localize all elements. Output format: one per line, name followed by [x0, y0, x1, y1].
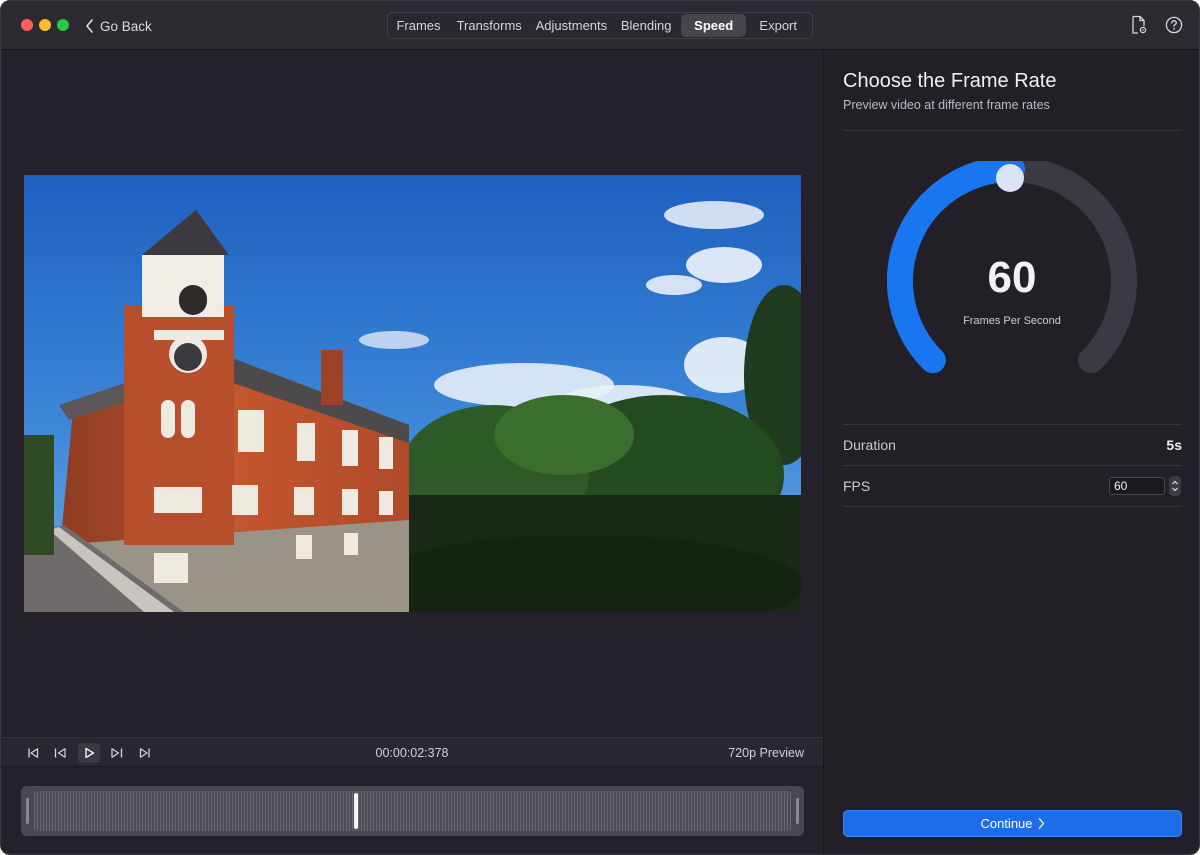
- timeline-scrubber[interactable]: [21, 786, 804, 836]
- title-bar: Go Back Frames Transforms Adjustments Bl…: [1, 1, 1199, 50]
- tab-export-label: Export: [759, 18, 797, 33]
- frame-rate-panel: Choose the Frame Rate Preview video at d…: [824, 51, 1199, 854]
- fps-dial-value: 60: [987, 253, 1037, 302]
- tab-frames[interactable]: Frames: [390, 14, 447, 37]
- continue-label: Continue: [980, 816, 1033, 831]
- panel-title: Choose the Frame Rate: [843, 70, 1057, 92]
- timeline-area: [1, 768, 823, 854]
- tab-adjustments[interactable]: Adjustments: [531, 14, 611, 37]
- panel-subtitle: Preview video at different frame rates: [843, 98, 1050, 112]
- skip-to-start-icon[interactable]: [22, 743, 44, 763]
- fps-stepper[interactable]: [1169, 476, 1181, 496]
- close-window-button[interactable]: [21, 19, 33, 31]
- playback-controls: 00:00:02:378 720p Preview: [1, 737, 823, 767]
- tab-speed-label: Speed: [694, 18, 734, 33]
- skip-to-end-icon[interactable]: [134, 743, 156, 763]
- fps-label: FPS: [843, 478, 871, 494]
- tab-blending[interactable]: Blending: [611, 14, 681, 37]
- tab-transforms[interactable]: Transforms: [447, 14, 531, 37]
- chevron-left-icon: [86, 19, 93, 33]
- preview-quality-label: 720p Preview: [728, 746, 804, 760]
- help-icon[interactable]: [1164, 15, 1184, 35]
- tab-blending-label: Blending: [620, 18, 672, 33]
- chevron-right-icon: [1038, 818, 1044, 829]
- playhead[interactable]: [354, 793, 358, 829]
- go-back-label: Go Back: [100, 18, 152, 34]
- play-button[interactable]: [78, 743, 100, 763]
- tab-frames-label: Frames: [396, 18, 441, 33]
- fps-input[interactable]: [1109, 477, 1165, 495]
- dial-knob: [996, 164, 1024, 192]
- next-frame-icon[interactable]: [106, 743, 128, 763]
- file-gear-icon[interactable]: [1129, 15, 1149, 35]
- divider: [843, 506, 1182, 507]
- maximize-window-button[interactable]: [57, 19, 69, 31]
- stepper-arrows-icon: [1172, 480, 1178, 492]
- timeline-frames-strip: [34, 791, 791, 831]
- fps-dial-label: Frames Per Second: [963, 315, 1061, 327]
- app-window: Go Back Frames Transforms Adjustments Bl…: [0, 0, 1200, 855]
- tab-adjustments-label: Adjustments: [535, 18, 608, 33]
- play-icon: [85, 747, 95, 759]
- editor-tabs: Frames Transforms Adjustments Blending S…: [387, 12, 813, 39]
- tab-transforms-label: Transforms: [456, 18, 522, 33]
- previous-frame-icon[interactable]: [49, 743, 71, 763]
- duration-label: Duration: [843, 437, 896, 453]
- divider: [843, 465, 1182, 466]
- trim-end-handle[interactable]: [796, 798, 799, 824]
- trim-start-handle[interactable]: [26, 798, 29, 824]
- minimize-window-button[interactable]: [39, 19, 51, 31]
- frame-rate-dial[interactable]: 60 Frames Per Second: [882, 156, 1142, 391]
- video-preview-area: [1, 51, 823, 737]
- duration-value: 5s: [1166, 437, 1182, 453]
- tab-speed[interactable]: Speed: [680, 14, 747, 37]
- divider: [843, 130, 1182, 131]
- go-back-button[interactable]: Go Back: [85, 16, 152, 36]
- divider: [843, 424, 1182, 425]
- video-frame-image: [24, 175, 801, 612]
- tab-export[interactable]: Export: [746, 14, 810, 37]
- continue-button[interactable]: Continue: [843, 810, 1182, 837]
